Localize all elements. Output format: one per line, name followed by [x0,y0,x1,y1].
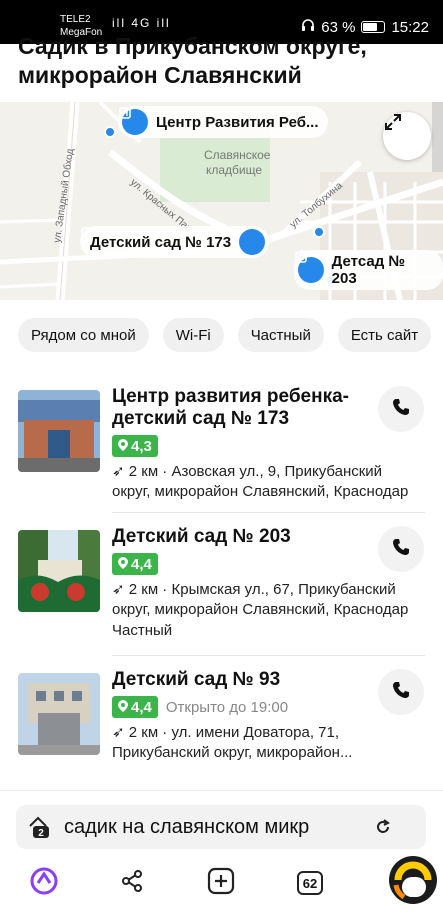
chip-private[interactable]: Частный [237,318,324,352]
open-hours: Открыто до 19:00 [165,698,289,716]
result-name[interactable]: Центр развития ребенка-детский сад № 173 [112,386,412,430]
chip-has-site[interactable]: Есть сайт [337,318,432,352]
kindergarten-pin-icon [295,251,324,283]
rating-value: 4,3 [131,437,152,455]
call-button[interactable] [378,526,424,572]
phone-icon [392,398,410,421]
result-name[interactable]: Детский сад № 203 [112,526,412,548]
network-icons: ill 4G ill [112,16,171,30]
yandex-profile-button[interactable] [386,855,440,909]
result-name[interactable]: Детский сад № 93 [112,669,412,691]
distance: 2 км [128,581,159,598]
map-dot[interactable] [313,226,325,238]
direction-icon: ➶ [112,724,125,741]
map-dot[interactable] [104,126,116,138]
page-title: Садик в Прикубанском округе, микрорайон … [18,33,367,88]
rating-badge: 4,4 [112,696,158,718]
rating-badge: 4,4 [112,553,158,575]
tab-count: 62 [297,871,323,895]
direction-icon: ➶ [112,463,125,480]
result-item[interactable]: Детский сад № 203 4,4 ➶ 2 км · Крымская … [0,524,443,656]
alice-icon [29,866,59,901]
kindergarten-pin-icon [81,227,266,255]
divider [112,655,425,656]
pin-icon [118,556,128,573]
map-pin-center[interactable]: Центр Развития Реб... [118,106,329,138]
refresh-icon[interactable] [368,812,398,842]
phone-icon [392,538,410,561]
share-icon [119,868,145,899]
yandex-logo-icon [388,855,438,910]
rating-value: 4,4 [131,555,152,573]
result-photo [18,673,100,755]
pin-icon [118,438,128,455]
result-address: ➶ 2 км · Азовская ул., 9, Прикубанский о… [112,463,409,500]
search-query[interactable]: садик на славянском микр [64,816,368,839]
call-button[interactable] [378,386,424,432]
rating-row: 4,4 Открыто до 19:00 [112,696,412,718]
map-pin-label: Детсад № 203 [331,253,406,287]
alice-button[interactable] [20,859,68,907]
rating-value: 4,4 [131,698,152,716]
phone-icon [392,681,410,704]
map-pin-label: Центр Развития Реб... [156,113,319,131]
distance: 2 км [128,724,159,741]
rating-badge: 4,3 [112,435,158,457]
search-bar[interactable]: 2 садик на славянском микр [16,805,426,849]
result-address: ➶ 2 км · Крымская ул., 67, Прикубанский … [112,581,409,618]
direction-icon: ➶ [112,581,125,598]
result-address: ➶ 2 км · ул. имени Доватора, 71, Прикуба… [112,724,353,761]
carrier-1: TELE2 [60,14,91,25]
filter-chips: Рядом со мной Wi-Fi Частный Есть сайт [18,318,432,352]
result-body: Детский сад № 93 4,4 Открыто до 19:00 ➶ … [112,669,412,763]
pin-icon [118,699,128,716]
result-item[interactable]: Центр развития ребенка-детский сад № 173… [0,384,443,512]
result-photo [18,530,100,612]
map-pin-203[interactable]: Детсад № 203 [294,250,443,290]
bottom-panel: 2 садик на славянском микр 62 [0,790,443,920]
chip-wifi[interactable]: Wi-Fi [162,318,224,352]
call-button[interactable] [378,669,424,715]
kindergarten-pin-icon [119,107,148,135]
rating-row: 4,3 [112,435,412,457]
tabs-button[interactable]: 62 [286,859,334,907]
share-button[interactable] [108,859,156,907]
tabs-badge-icon[interactable]: 2 [22,810,56,844]
new-tab-button[interactable] [197,859,245,907]
map-view[interactable]: ул. Западный Обход ул. Красных Пар... ул… [0,102,443,300]
map-pin-173[interactable]: Детский сад № 173 [80,226,270,258]
map-pin-label: Детский сад № 173 [90,233,232,251]
chip-nearby[interactable]: Рядом со мной [18,318,149,352]
result-tag: Частный [112,622,173,639]
rating-row: 4,4 [112,553,412,575]
divider [112,512,425,513]
plus-square-icon [207,867,235,900]
result-body: Детский сад № 203 4,4 ➶ 2 км · Крымская … [112,526,412,642]
result-body: Центр развития ребенка-детский сад № 173… [112,386,412,502]
bottom-nav: 62 [0,855,443,913]
cemetery-label: Славянское кладбище [204,148,271,177]
distance: 2 км [128,463,159,480]
result-item[interactable]: Детский сад № 93 4,4 Открыто до 19:00 ➶ … [0,667,443,777]
expand-map-button[interactable] [383,112,431,160]
result-photo [18,390,100,472]
tabs-badge-count: 2 [38,828,44,839]
